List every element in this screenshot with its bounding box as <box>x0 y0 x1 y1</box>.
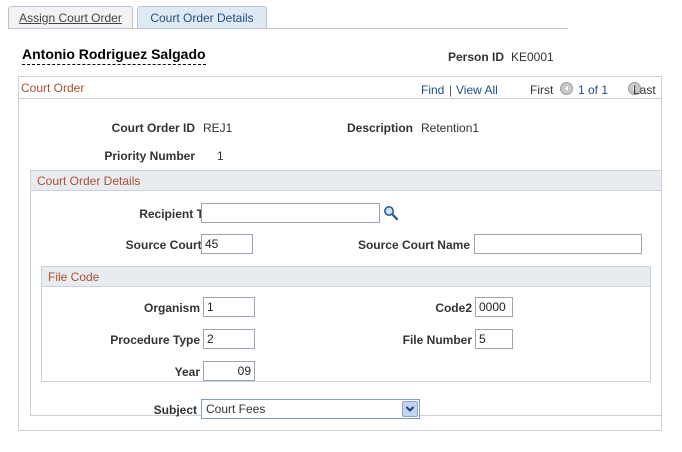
tab-assign-court-order[interactable]: Assign Court Order <box>8 6 133 29</box>
tab-court-order-details[interactable]: Court Order Details <box>137 6 267 29</box>
page-indicator: 1 of 1 <box>578 83 609 97</box>
procedure-type-input[interactable] <box>203 329 255 349</box>
source-court-name-input[interactable] <box>474 234 642 254</box>
court-order-id-value: REJ1 <box>203 121 233 135</box>
court-order-details-group: Court Order Details Recipient Tag Source… <box>30 170 662 416</box>
tab-court-order-details-label: Court Order Details <box>150 11 254 25</box>
court-order-id-label: Court Order ID <box>111 121 195 135</box>
court-order-details-header: Court Order Details <box>31 171 661 191</box>
organism-input[interactable] <box>203 297 255 317</box>
first-label: First <box>530 83 554 97</box>
court-order-header: Court Order Find | View All First 1 of 1… <box>19 77 661 99</box>
previous-arrow-icon[interactable] <box>560 82 573 95</box>
person-id-value: KE0001 <box>511 50 554 64</box>
priority-number-value: 1 <box>217 149 224 163</box>
tab-divider <box>8 28 568 29</box>
file-code-header: File Code <box>42 267 650 287</box>
link-separator: | <box>449 83 453 97</box>
subject-label: Subject <box>153 403 197 417</box>
description-label: Description <box>346 121 413 135</box>
file-number-input[interactable] <box>475 329 513 349</box>
source-court-id-input[interactable] <box>201 234 253 254</box>
last-label: Last <box>633 83 656 97</box>
priority-number-label: Priority Number <box>104 149 195 163</box>
recipient-tag-input[interactable] <box>201 203 380 223</box>
view-all-link[interactable]: View All <box>456 83 498 97</box>
year-label: Year <box>174 365 200 379</box>
subject-selected-value: Court Fees <box>206 402 266 416</box>
court-order-group: Court Order Find | View All First 1 of 1… <box>18 76 662 431</box>
subject-select[interactable]: Court Fees <box>201 399 420 419</box>
tab-assign-court-order-label: Assign Court Order <box>19 11 122 25</box>
file-number-label: File Number <box>402 333 472 347</box>
court-order-title: Court Order <box>21 81 85 95</box>
file-code-title: File Code <box>48 270 100 284</box>
person-name: Antonio Rodriguez Salgado <box>22 45 206 65</box>
person-id-label: Person ID <box>448 50 505 64</box>
court-order-details-title: Court Order Details <box>37 174 141 188</box>
description-value: Retention1 <box>421 121 480 135</box>
code2-input[interactable] <box>475 297 513 317</box>
year-input[interactable] <box>203 361 255 381</box>
organism-label: Organism <box>143 301 200 315</box>
procedure-type-label: Procedure Type <box>110 333 200 347</box>
chevron-down-icon[interactable] <box>402 401 418 417</box>
find-link[interactable]: Find <box>421 83 444 97</box>
source-court-name-label: Source Court Name <box>357 238 470 252</box>
search-icon[interactable] <box>383 205 399 224</box>
file-code-group: File Code Organism Code2 Procedure Type … <box>41 266 651 382</box>
code2-label: Code2 <box>435 301 472 315</box>
